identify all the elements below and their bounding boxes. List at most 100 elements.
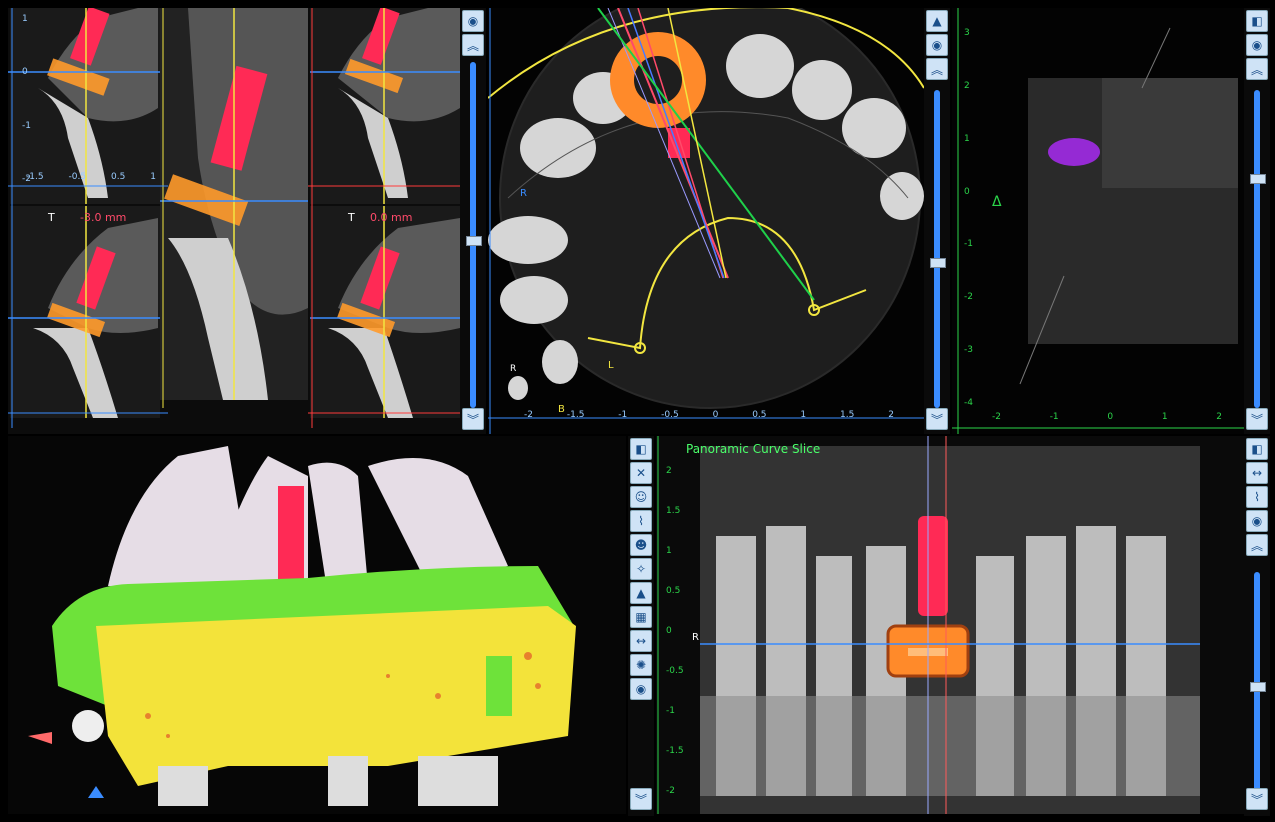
tick-label: 0 — [22, 67, 28, 78]
tick-label: 1 — [22, 14, 28, 24]
volume-panel[interactable]: Δ 3 2 1 0 -1 -2 -3 -4 -2 -1 0 1 2 — [952, 8, 1244, 434]
measure-icon[interactable]: ↔ — [630, 630, 652, 652]
tick-label: 2 — [1216, 412, 1222, 422]
tick-label: -0.5 — [661, 410, 679, 420]
axial-ticks-bottom: -2 -1.5 -1 -0.5 0 0.5 1 1.5 2 — [524, 410, 894, 420]
tick-label: 1 — [1161, 412, 1168, 422]
tick-label: -2 — [524, 410, 533, 420]
tick-label: 0.5 — [111, 172, 126, 182]
tick-label: -4 — [964, 397, 973, 408]
tick-label: -2 — [666, 786, 675, 796]
settings-icon[interactable]: ✺ — [630, 654, 652, 676]
camera-icon[interactable]: ◉ — [630, 678, 652, 700]
tick-label: -0.5 — [666, 666, 684, 676]
model-3d-panel[interactable] — [8, 436, 626, 814]
volume-toolbar: ◧ ◉ ︽ ︾ — [1244, 8, 1270, 434]
axial-marker-l: L — [608, 360, 614, 371]
chevron-up-icon[interactable]: ︽ — [1246, 58, 1268, 80]
panoramic-r-label: R — [692, 632, 699, 643]
slice-bottom-right — [310, 206, 460, 418]
tick-label: -1.5 — [566, 410, 585, 420]
slice-t2-value: 0.0 mm — [370, 211, 413, 224]
axial-marker-r: R — [520, 188, 527, 199]
panoramic-ticks-left: 2 1.5 1 0.5 0 -0.5 -1 -1.5 -2 — [666, 466, 684, 796]
grid-icon[interactable]: ▦ — [630, 606, 652, 628]
tick-label: -1.5 — [666, 746, 684, 756]
implant-icon[interactable]: ▲ — [630, 582, 652, 604]
camera-icon[interactable]: ◉ — [1246, 510, 1268, 532]
slice-t1-value: -3.0 mm — [80, 211, 127, 224]
tick-label: 1.5 — [840, 410, 855, 420]
head-icon[interactable]: ☺ — [630, 486, 652, 508]
axial-view[interactable] — [488, 8, 924, 434]
chevron-up-icon[interactable]: ︽ — [926, 58, 948, 80]
axial-marker-r2: R — [510, 364, 517, 374]
face-icon[interactable]: ☻ — [630, 534, 652, 556]
tick-label: -3 — [964, 345, 973, 356]
cross-section-panel[interactable]: T -3.0 mm T 0.0 mm 1 0 -1 -2 -1.5 -0.5 0… — [8, 8, 460, 434]
tick-label: -0.5 — [68, 172, 87, 182]
chevron-down-icon[interactable]: ︾ — [1246, 788, 1268, 810]
slice-slider-track[interactable] — [470, 62, 476, 408]
tick-label: -1 — [22, 120, 31, 131]
panoramic-toolbar: ◧ ↔ ⌇ ◉ ︽ ︾ — [1244, 436, 1270, 816]
volume-view[interactable] — [952, 8, 1244, 434]
volume-ticks-left: 3 2 1 0 -1 -2 -3 -4 — [964, 28, 973, 408]
view-icon[interactable]: ◧ — [630, 438, 652, 460]
slice-t2-label: T — [348, 211, 355, 224]
slice-t1-label: T — [48, 211, 55, 224]
tick-label: 0 — [964, 186, 970, 197]
chevron-up-icon[interactable]: ︽ — [462, 34, 484, 56]
tick-label: 2 — [888, 410, 894, 420]
slice-center-large — [160, 8, 308, 400]
panoramic-slider-thumb[interactable] — [1250, 682, 1266, 692]
chevron-down-icon[interactable]: ︾ — [462, 408, 484, 430]
tick-label: 2 — [964, 80, 970, 91]
tick-label: -1.5 — [26, 172, 44, 182]
model-3d-view[interactable] — [8, 436, 626, 814]
tick-label: 0.5 — [666, 586, 681, 596]
skull-icon[interactable]: ✧ — [630, 558, 652, 580]
axial-slider-track[interactable] — [934, 90, 940, 408]
tick-label: 1 — [666, 546, 672, 556]
tick-label: 1 — [964, 133, 970, 144]
tick-label: -1 — [1049, 412, 1059, 422]
tick-label: 0 — [1107, 412, 1114, 422]
crosshair-icon[interactable]: ✕ — [630, 462, 652, 484]
tick-label: -2 — [964, 292, 973, 303]
axial-toolbar: ▲ ◉ ︽ ︾ — [924, 8, 950, 434]
slice-ticks-bottom: -1.5 -0.5 0.5 1 — [26, 172, 156, 182]
slice-bottom-left — [8, 206, 160, 418]
tick-label: -1 — [666, 706, 675, 716]
tick-label: 0 — [666, 626, 672, 636]
volume-delta-label: Δ — [992, 194, 1002, 210]
tick-label: 1.5 — [666, 506, 681, 516]
chevron-down-icon[interactable]: ︾ — [1246, 408, 1268, 430]
volume-slider-thumb[interactable] — [1250, 174, 1266, 184]
measure-icon[interactable]: ↔ — [1246, 462, 1268, 484]
tick-label: 0 — [712, 410, 719, 420]
chevron-down-icon[interactable]: ︾ — [630, 788, 652, 810]
panoramic-view[interactable] — [656, 436, 1244, 814]
camera-icon[interactable]: ◉ — [1246, 34, 1268, 56]
slice-top-right — [310, 8, 460, 204]
chevron-down-icon[interactable]: ︾ — [926, 408, 948, 430]
axial-panel[interactable]: R L B R -2 -1.5 -1 -0.5 0 0.5 1 1.5 2 — [488, 8, 924, 434]
implant-icon[interactable]: ▲ — [926, 10, 948, 32]
slice-slider-thumb[interactable] — [466, 236, 482, 246]
camera-icon[interactable]: ◉ — [926, 34, 948, 56]
teeth-icon[interactable]: ⌇ — [630, 510, 652, 532]
volume-slider-track[interactable] — [1254, 90, 1260, 408]
axial-slider-thumb[interactable] — [930, 258, 946, 268]
panoramic-panel[interactable]: Panoramic Curve Slice R 2 1.5 1 0.5 0 -0… — [656, 436, 1244, 814]
main-toolbar: ◧ ✕ ☺ ⌇ ☻ ✧ ▲ ▦ ↔ ✺ ◉ ︾ — [628, 436, 654, 816]
chevron-up-icon[interactable]: ︽ — [1246, 534, 1268, 556]
tick-label: 1 — [800, 410, 807, 420]
view-icon[interactable]: ◧ — [1246, 10, 1268, 32]
view-icon[interactable]: ◧ — [1246, 438, 1268, 460]
teeth-icon[interactable]: ⌇ — [1246, 486, 1268, 508]
tick-label: -1 — [964, 239, 973, 250]
camera-icon[interactable]: ◉ — [462, 10, 484, 32]
tick-label: -1 — [618, 410, 628, 420]
slice-ticks-left: 1 0 -1 -2 — [22, 14, 31, 184]
